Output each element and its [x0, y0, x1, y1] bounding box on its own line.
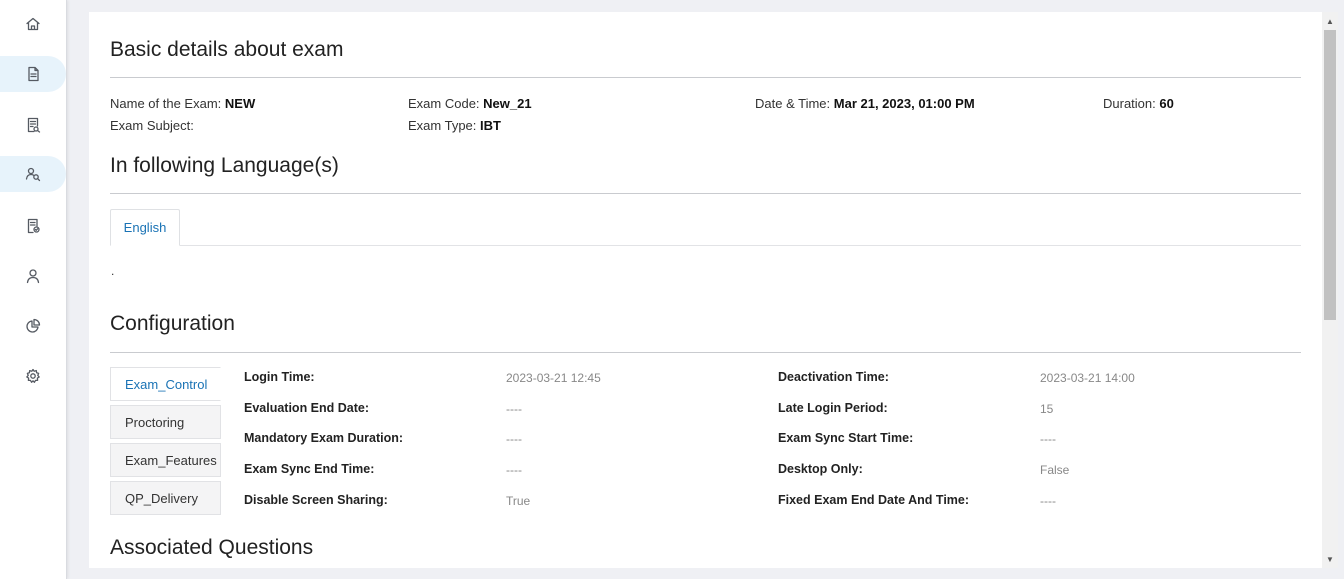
- scroll-thumb[interactable]: [1324, 30, 1336, 320]
- config-label: Late Login Period:: [778, 401, 888, 415]
- report-icon: [27, 117, 41, 133]
- exam-code-field: Exam Code: New_21: [408, 96, 532, 111]
- search-users-icon: [25, 167, 41, 182]
- tab-proctoring[interactable]: Proctoring: [110, 405, 221, 439]
- exam-subject-field: Exam Subject:: [110, 118, 194, 133]
- exam-name-label: Name of the Exam:: [110, 96, 222, 111]
- exam-type-field: Exam Type: IBT: [408, 118, 501, 133]
- config-label: Evaluation End Date:: [244, 401, 370, 415]
- config-label: Exam Sync End Time:: [244, 462, 375, 476]
- divider: [110, 193, 1301, 194]
- exam-subject-label: Exam Subject:: [110, 118, 194, 133]
- exam-duration-value: 60: [1159, 96, 1174, 111]
- document-icon: [28, 66, 39, 82]
- divider: [110, 77, 1301, 78]
- sidebar-item-exams[interactable]: [0, 56, 66, 92]
- clipboard-check-icon: [27, 218, 40, 234]
- configuration-title: Configuration: [110, 312, 235, 335]
- config-value: 15: [1040, 402, 1054, 416]
- tab-exam-control[interactable]: Exam_Control: [110, 367, 221, 401]
- config-value: ----: [506, 432, 522, 446]
- tab-qp-delivery[interactable]: QP_Delivery: [110, 481, 221, 515]
- config-label: Exam Sync Start Time:: [778, 431, 914, 445]
- config-label: Login Time:: [244, 370, 315, 384]
- exam-code-label: Exam Code:: [408, 96, 480, 111]
- exam-name-value: NEW: [224, 96, 256, 111]
- sidebar-item-settings[interactable]: [0, 358, 66, 394]
- config-label: Disable Screen Sharing:: [244, 493, 388, 507]
- languages-title: In following Language(s): [110, 154, 339, 177]
- config-value: 2023-03-21 12:45: [506, 371, 601, 385]
- config-value: 2023-03-21 14:00: [1040, 371, 1135, 385]
- config-value: ----: [506, 402, 522, 416]
- config-value: ----: [1040, 494, 1056, 508]
- exam-name-field: Name of the Exam: NEW: [110, 96, 255, 111]
- associated-questions-title: Associated Questions: [110, 536, 314, 559]
- config-value: False: [1040, 463, 1070, 477]
- sidebar-item-candidates[interactable]: [0, 156, 66, 192]
- user-icon: [26, 269, 40, 284]
- tab-english[interactable]: English: [110, 209, 180, 246]
- config-value: ----: [1040, 432, 1056, 446]
- tab-exam-features[interactable]: Exam_Features: [110, 443, 221, 477]
- exam-code-value: New_21: [483, 96, 532, 111]
- config-value: True: [506, 494, 531, 508]
- config-label: Desktop Only:: [778, 462, 863, 476]
- config-label: Deactivation Time:: [778, 370, 889, 384]
- sidebar-item-analytics[interactable]: [0, 308, 66, 344]
- config-label: Mandatory Exam Duration:: [244, 431, 404, 445]
- exam-type-value: IBT: [480, 118, 501, 133]
- language-tabs: English: [110, 209, 1301, 246]
- sidebar-item-home[interactable]: [0, 6, 66, 42]
- exam-datetime-value: Mar 21, 2023, 01:00 PM: [833, 96, 975, 111]
- exam-type-label: Exam Type:: [408, 118, 477, 133]
- vertical-scrollbar[interactable]: ▲ ▼: [1322, 12, 1338, 568]
- gear-icon: [26, 368, 40, 383]
- exam-details-card: Basic details about exam Name of the Exa…: [89, 12, 1322, 568]
- scroll-up-arrow-icon[interactable]: ▲: [1322, 14, 1338, 28]
- config-label: Fixed Exam End Date And Time:: [778, 493, 970, 507]
- divider: [110, 352, 1301, 353]
- scroll-down-arrow-icon[interactable]: ▼: [1322, 552, 1338, 566]
- sidebar-item-reports[interactable]: [0, 107, 66, 143]
- sidebar-item-users[interactable]: [0, 258, 66, 294]
- config-value: ----: [506, 463, 522, 477]
- sidebar-item-results[interactable]: [0, 208, 66, 244]
- pie-chart-icon: [26, 318, 41, 333]
- language-content: .: [111, 264, 115, 278]
- basic-details-title: Basic details about exam: [110, 38, 344, 61]
- exam-duration-label: Duration:: [1103, 96, 1156, 111]
- exam-datetime-field: Date & Time: Mar 21, 2023, 01:00 PM: [755, 96, 975, 111]
- exam-duration-field: Duration: 60: [1103, 96, 1174, 111]
- exam-datetime-label: Date & Time:: [755, 96, 831, 111]
- sidebar: [0, 0, 67, 579]
- home-icon: [26, 17, 40, 31]
